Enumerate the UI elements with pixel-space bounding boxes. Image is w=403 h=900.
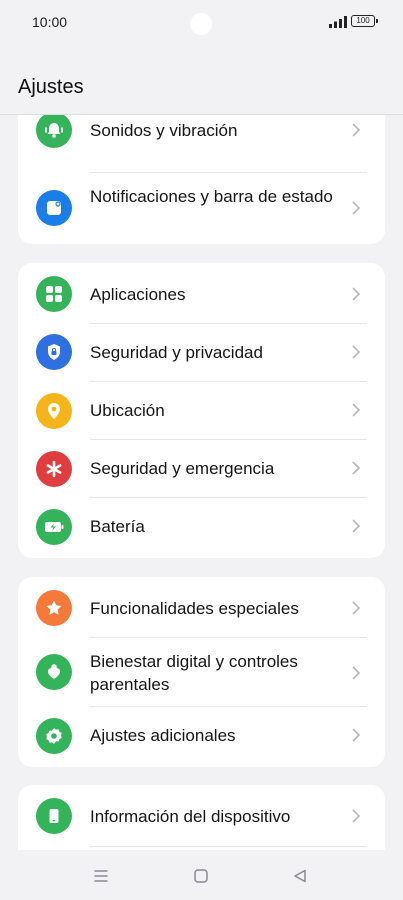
page-title: Ajustes <box>18 76 84 98</box>
settings-item-label: Seguridad y emergencia <box>90 459 275 478</box>
settings-item-label: Seguridad y privacidad <box>90 343 263 362</box>
battery-icon: 100 <box>351 15 378 27</box>
location-pin-icon <box>36 393 72 429</box>
chevron-right-icon <box>352 123 361 137</box>
settings-item-emergency[interactable]: Seguridad y emergencia <box>18 440 385 498</box>
chevron-right-icon <box>352 461 361 475</box>
settings-group: Funcionalidades especiales Bienestar dig… <box>18 577 385 767</box>
settings-item-label: Información del dispositivo <box>90 807 291 826</box>
settings-item-label: Funcionalidades especiales <box>90 599 299 618</box>
chevron-right-icon <box>352 519 361 533</box>
navigation-bar <box>0 850 403 900</box>
chevron-right-icon <box>352 345 361 359</box>
settings-item-label: Aplicaciones <box>90 285 186 304</box>
chevron-right-icon <box>352 809 361 823</box>
settings-item-location[interactable]: Ubicación <box>18 382 385 440</box>
settings-item-label: Sonidos y vibración <box>90 121 238 140</box>
signal-icon <box>329 16 347 28</box>
settings-item-digital-wellbeing[interactable]: Bienestar digital y controles parentales <box>18 638 385 707</box>
status-bar: 10:00 100 <box>0 0 403 44</box>
chevron-right-icon <box>352 666 361 680</box>
gear-icon <box>36 718 72 754</box>
settings-item-label: Batería <box>90 517 145 536</box>
settings-item-security-privacy[interactable]: Seguridad y privacidad <box>18 324 385 382</box>
status-time: 10:00 <box>32 14 68 30</box>
wellbeing-icon <box>36 654 72 690</box>
settings-item-apps[interactable]: Aplicaciones <box>18 263 385 324</box>
settings-group: Aplicaciones Seguridad y privacidad Ubic… <box>18 263 385 558</box>
settings-item-sounds[interactable]: Sonidos y vibración <box>18 115 385 173</box>
settings-item-label: Bienestar digital y controles parentales <box>90 652 298 694</box>
menu-icon[interactable] <box>92 867 110 885</box>
settings-item-special-features[interactable]: Funcionalidades especiales <box>18 577 385 638</box>
bell-icon <box>36 115 72 148</box>
chevron-right-icon <box>352 403 361 417</box>
chevron-right-icon <box>352 201 361 215</box>
apps-grid-icon <box>36 276 72 312</box>
settings-group: Información del dispositivo <box>18 785 385 851</box>
back-icon[interactable] <box>291 867 309 885</box>
home-icon[interactable] <box>192 867 210 885</box>
settings-item-battery[interactable]: Batería <box>18 498 385 558</box>
chevron-right-icon <box>352 287 361 301</box>
star-icon <box>36 590 72 626</box>
settings-item-label: Ubicación <box>90 401 165 420</box>
camera-cutout <box>190 13 212 35</box>
settings-item-additional-settings[interactable]: Ajustes adicionales <box>18 707 385 767</box>
battery-level: 100 <box>356 16 370 25</box>
battery-charging-icon <box>36 509 72 545</box>
settings-item-label: Notificaciones y barra de estado <box>90 187 333 206</box>
settings-item-label: Ajustes adicionales <box>90 726 236 745</box>
chevron-right-icon <box>352 601 361 615</box>
row-divider <box>90 846 367 847</box>
shield-lock-icon <box>36 334 72 370</box>
asterisk-icon <box>36 451 72 487</box>
settings-item-notifications[interactable]: Notificaciones y barra de estado <box>18 173 385 244</box>
chevron-right-icon <box>352 728 361 742</box>
settings-group: Sonidos y vibración Notificaciones y bar… <box>18 115 385 244</box>
settings-list[interactable]: Sonidos y vibración Notificaciones y bar… <box>0 115 403 851</box>
notification-icon <box>36 190 72 226</box>
device-icon <box>36 798 72 834</box>
settings-item-device-info[interactable]: Información del dispositivo <box>18 785 385 847</box>
